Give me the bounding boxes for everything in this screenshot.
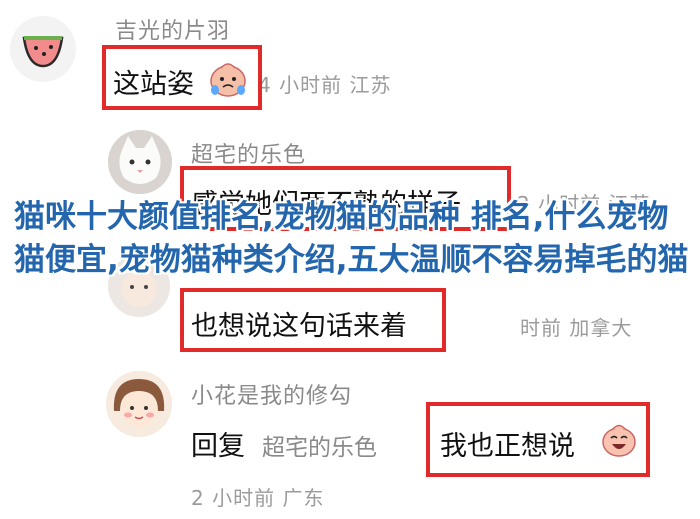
- comment-2-username[interactable]: 超宅的乐色: [191, 137, 306, 169]
- white-cat-photo: [108, 130, 172, 194]
- avatar-cartoon-girl[interactable]: [106, 371, 172, 437]
- comment-3-meta: 时前 加拿大: [520, 316, 633, 340]
- overlay-title: 猫咪十大颜值排名,宠物猫的品种 排名,什么宠物猫便宜,宠物猫种类介绍,五大温顺不…: [14, 199, 689, 278]
- avatar-watermelon[interactable]: [10, 16, 76, 82]
- watermelon-icon: [22, 36, 64, 68]
- comment-4-username[interactable]: 小花是我的修勾: [191, 378, 352, 410]
- cartoon-girl-avatar: [106, 371, 172, 437]
- comment-1-username[interactable]: 吉光的片羽: [115, 13, 230, 45]
- comment-4-reply-label: 回复: [191, 431, 245, 462]
- avatar-white-cat[interactable]: [108, 130, 172, 194]
- highlight-box-1: [102, 45, 262, 110]
- highlight-box-3: [180, 288, 446, 352]
- comment-1-meta: 4 小时前 江苏: [258, 73, 392, 97]
- highlight-box-4: [426, 402, 650, 477]
- comment-4-meta: 2 小时前 广东: [191, 486, 325, 510]
- comment-4-reply-target[interactable]: 超宅的乐色: [262, 428, 377, 462]
